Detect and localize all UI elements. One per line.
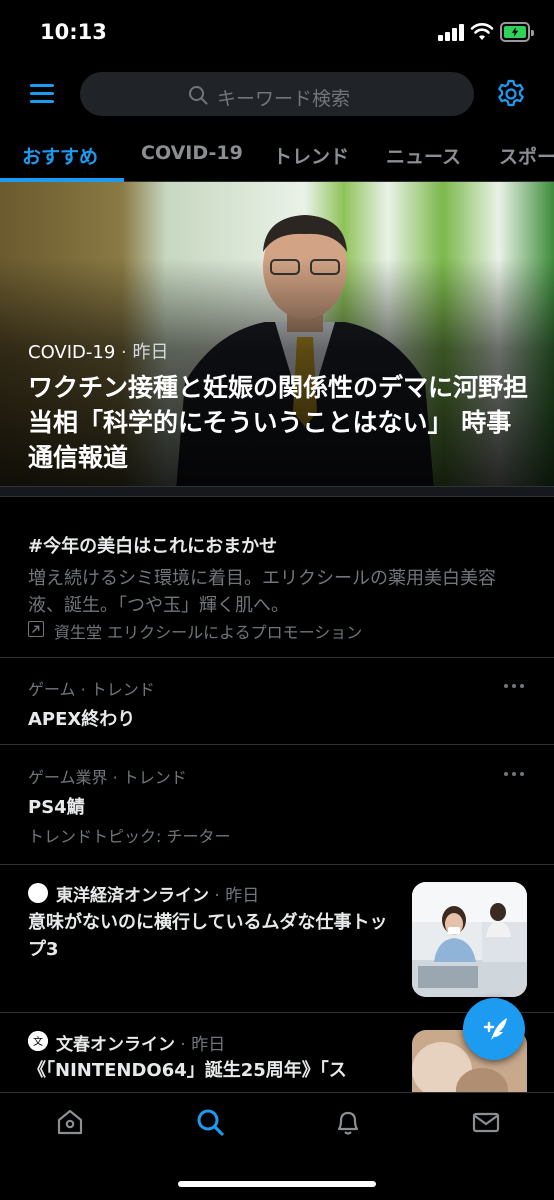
search-icon[interactable] [195, 1107, 225, 1137]
news-source: 文春オンライン · 昨日 [56, 1030, 225, 1055]
hero-meta: COVID-19 · 昨日 [28, 338, 168, 364]
trend-topic: トレンドトピック: チーター [28, 827, 231, 846]
divider [0, 744, 554, 745]
gear-icon[interactable] [495, 78, 527, 110]
menu-icon[interactable] [30, 83, 54, 103]
news-title[interactable]: 《「NINTENDO64」誕生25周年》「ス [28, 1057, 398, 1084]
bell-icon[interactable] [333, 1107, 363, 1137]
home-icon[interactable] [55, 1107, 85, 1137]
promoted-trend-title[interactable]: #今年の美白はこれにおまかせ [28, 532, 277, 558]
home-indicator[interactable] [178, 1181, 376, 1187]
wifi-icon [470, 23, 494, 40]
divider [0, 657, 554, 658]
news-thumbnail[interactable] [412, 882, 527, 997]
tab-trends[interactable]: トレンド [273, 142, 349, 169]
tab-covid19[interactable]: COVID-19 [141, 142, 243, 164]
compose-tweet-icon [483, 1018, 507, 1040]
search-icon [189, 86, 208, 105]
trend-name[interactable]: APEX終わり [28, 705, 135, 731]
promoted-icon [28, 621, 44, 637]
hero-story[interactable]: COVID-19 · 昨日 ワクチン接種と妊娠の関係性のデマに河野担当相「科学的… [0, 182, 554, 486]
tab-sports[interactable]: スポー [499, 142, 554, 169]
search-placeholder[interactable]: キーワード検索 [217, 84, 350, 111]
divider [0, 496, 554, 497]
more-options-icon[interactable] [504, 772, 526, 778]
promoted-trend-body: 増え続けるシミ環境に着目。エリクシールの薬用美白美容液、誕生。「つや玉」輝く肌へ… [28, 568, 496, 616]
svg-text:文: 文 [33, 1035, 43, 1048]
tab-news[interactable]: ニュース [386, 142, 461, 169]
toyo-keizai-logo [28, 883, 48, 903]
promoted-by: 資生堂 エリクシールによるプロモーション [54, 623, 363, 642]
news-title[interactable]: 意味がないのに横行しているムダな仕事トップ3 [28, 909, 398, 963]
divider [0, 864, 554, 865]
news-time: · 昨日 [175, 1035, 226, 1055]
trend-category: ゲーム業界 · トレンド [28, 768, 187, 787]
compose-tweet-button[interactable] [463, 998, 525, 1060]
hero-category: COVID-19 [28, 342, 116, 363]
news-source: 東洋経済オンライン · 昨日 [56, 881, 259, 906]
trend-category: ゲーム · トレンド [28, 680, 155, 699]
news-source-name: 文春オンライン [56, 1035, 175, 1055]
news-time: · 昨日 [209, 886, 260, 906]
more-options-icon[interactable] [504, 684, 526, 690]
battery-icon [500, 22, 534, 42]
status-bar: 10:13 [0, 0, 554, 66]
explore-tabs: おすすめ COVID-19 トレンド ニュース スポー [0, 132, 554, 182]
hero-time: · 昨日 [115, 342, 169, 363]
bunshun-logo: 文 [28, 1031, 48, 1051]
cellular-signal-icon [438, 24, 464, 41]
status-time: 10:13 [40, 20, 107, 44]
envelope-icon[interactable] [471, 1107, 501, 1137]
tab-recommended[interactable]: おすすめ [22, 142, 98, 169]
trend-name[interactable]: PS4鯖 [28, 793, 85, 819]
news-source-name: 東洋経済オンライン [56, 886, 209, 906]
hero-title: ワクチン接種と妊娠の関係性のデマに河野担当相「科学的にそういうことはない」 時事… [28, 373, 529, 472]
